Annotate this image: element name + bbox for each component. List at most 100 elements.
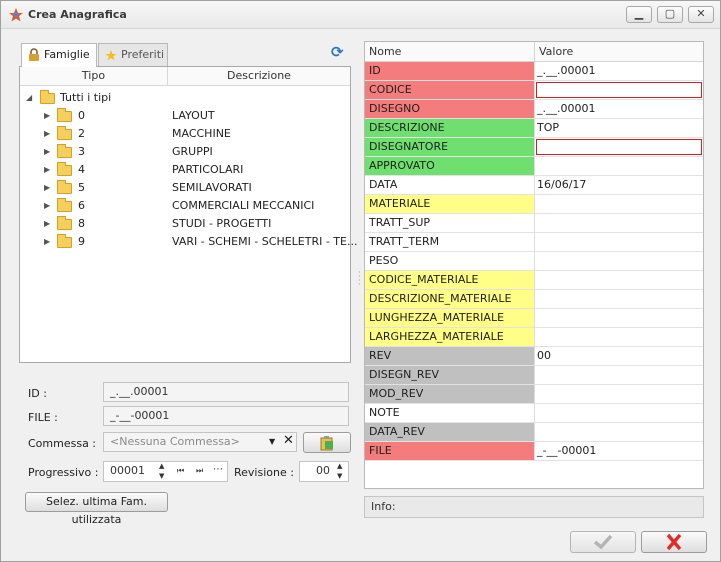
grid-row[interactable]: CODICE_MATERIALE xyxy=(365,271,703,290)
grid-row[interactable]: DESCRIZIONE TOP xyxy=(365,119,703,138)
column-valore[interactable]: Valore xyxy=(535,42,573,61)
progressivo-up-icon[interactable]: ▲ xyxy=(159,462,164,470)
collapse-arrow-icon[interactable]: ◢ xyxy=(26,89,32,107)
required-field-input[interactable] xyxy=(536,139,702,155)
more-icon[interactable]: ⋯ xyxy=(213,464,223,475)
select-last-family-button[interactable]: Selez. ultima Fam. utilizzata xyxy=(25,492,168,526)
minimize-button[interactable]: ▁ xyxy=(626,6,652,23)
grid-row-value[interactable]: TOP xyxy=(535,119,703,137)
commessa-select-button[interactable] xyxy=(303,432,351,453)
grid-row-value[interactable]: 00 xyxy=(535,347,703,365)
grid-row[interactable]: MOD_REV xyxy=(365,385,703,404)
cancel-button[interactable] xyxy=(641,531,707,553)
grid-row-value[interactable] xyxy=(535,138,703,156)
grid-row[interactable]: REV 00 xyxy=(365,347,703,366)
grid-row[interactable]: DATA 16/06/17 xyxy=(365,176,703,195)
grid-row[interactable]: NOTE xyxy=(365,404,703,423)
grid-row[interactable]: TRATT_TERM xyxy=(365,233,703,252)
revisione-up-icon[interactable]: ▲ xyxy=(337,462,342,470)
grid-row-value[interactable] xyxy=(535,271,703,289)
close-button[interactable]: ✕ xyxy=(688,6,714,23)
grid-row[interactable]: APPROVATO xyxy=(365,157,703,176)
tree-node-code: 4 xyxy=(78,163,85,176)
tree-node[interactable]: ▶ 6 COMMERCIALI MECCANICI xyxy=(20,197,350,215)
expand-arrow-icon[interactable]: ▶ xyxy=(44,125,50,143)
grid-row-value[interactable] xyxy=(535,157,703,175)
tree-node[interactable]: ▶ 8 STUDI - PROGETTI xyxy=(20,215,350,233)
splitter-handle[interactable]: · · · · xyxy=(358,269,361,289)
grid-row-value[interactable] xyxy=(535,195,703,213)
tree-node[interactable]: ▶ 3 GRUPPI xyxy=(20,143,350,161)
grid-row[interactable]: CODICE xyxy=(365,81,703,100)
next-record-icon[interactable]: ⏭ xyxy=(196,466,203,476)
tab-famiglie[interactable]: Famiglie xyxy=(21,43,97,67)
grid-row-value[interactable] xyxy=(535,290,703,308)
expand-arrow-icon[interactable]: ▶ xyxy=(44,215,50,233)
column-tipo[interactable]: Tipo xyxy=(20,67,168,85)
tree-node[interactable]: ▶ 2 MACCHINE xyxy=(20,125,350,143)
tree-node[interactable]: ▶ 5 SEMILAVORATI xyxy=(20,179,350,197)
commessa-combo[interactable]: <Nessuna Commessa> ▼ ✕ xyxy=(103,432,297,452)
expand-arrow-icon[interactable]: ▶ xyxy=(44,179,50,197)
grid-row[interactable]: DESCRIZIONE_MATERIALE xyxy=(365,290,703,309)
expand-arrow-icon[interactable]: ▶ xyxy=(44,107,50,125)
grid-row[interactable]: LARGHEZZA_MATERIALE xyxy=(365,328,703,347)
grid-row-value[interactable] xyxy=(535,252,703,270)
expand-arrow-icon[interactable]: ▶ xyxy=(44,143,50,161)
title-bar[interactable]: Crea Anagrafica ▁ ▢ ✕ xyxy=(1,1,720,29)
tree-node[interactable]: ▶ 0 LAYOUT xyxy=(20,107,350,125)
grid-row-value[interactable]: _.__.00001 xyxy=(535,100,703,118)
tree-root-node[interactable]: ◢ Tutti i tipi xyxy=(20,89,350,107)
required-field-input[interactable] xyxy=(536,82,702,98)
expand-arrow-icon[interactable]: ▶ xyxy=(44,233,50,251)
grid-row-value[interactable] xyxy=(535,366,703,384)
grid-row-name: REV xyxy=(365,347,535,365)
expand-arrow-icon[interactable]: ▶ xyxy=(44,161,50,179)
grid-row[interactable]: PESO xyxy=(365,252,703,271)
grid-row-value[interactable] xyxy=(535,385,703,403)
grid-row[interactable]: LUNGHEZZA_MATERIALE xyxy=(365,309,703,328)
refresh-icon[interactable]: ⟳ xyxy=(331,43,344,61)
tab-preferiti[interactable]: Preferiti xyxy=(98,43,168,67)
grid-row[interactable]: DISEGNATORE xyxy=(365,138,703,157)
grid-row-value[interactable]: _-__-00001 xyxy=(535,442,703,460)
progressivo-down-icon[interactable]: ▼ xyxy=(159,472,164,480)
tree-node-desc: VARI - SCHEMI - SCHELETRI - TE... xyxy=(172,235,358,248)
grid-row-value[interactable] xyxy=(535,404,703,422)
grid-row-value[interactable] xyxy=(535,423,703,441)
column-nome[interactable]: Nome xyxy=(365,42,535,61)
grid-row-value[interactable] xyxy=(535,328,703,346)
tab-preferiti-label: Preferiti xyxy=(121,48,165,61)
grid-row-value[interactable] xyxy=(535,214,703,232)
grid-row[interactable]: DATA_REV xyxy=(365,423,703,442)
grid-row-value[interactable]: _.__.00001 xyxy=(535,62,703,80)
grid-row-value[interactable] xyxy=(535,309,703,327)
grid-row-value[interactable] xyxy=(535,233,703,251)
tree-node-desc: PARTICOLARI xyxy=(172,163,244,176)
tree-node[interactable]: ▶ 4 PARTICOLARI xyxy=(20,161,350,179)
grid-row[interactable]: DISEGN_REV xyxy=(365,366,703,385)
grid-row[interactable]: ID _.__.00001 xyxy=(365,62,703,81)
clear-icon[interactable]: ✕ xyxy=(283,432,294,450)
grid-row-value[interactable] xyxy=(535,81,703,99)
revisione-down-icon[interactable]: ▼ xyxy=(337,472,342,480)
revisione-label: Revisione : xyxy=(234,466,294,479)
grid-row[interactable]: DISEGNO _.__.00001 xyxy=(365,100,703,119)
confirm-button[interactable] xyxy=(570,531,636,553)
column-descrizione[interactable]: Descrizione xyxy=(168,67,350,85)
grid-row-value-text: _.__.00001 xyxy=(537,102,596,115)
families-tree[interactable]: Tipo Descrizione ◢ Tutti i tipi ▶ 0 LAYOUT… xyxy=(19,66,357,363)
grid-row-value[interactable]: 16/06/17 xyxy=(535,176,703,194)
grid-row[interactable]: TRATT_SUP xyxy=(365,214,703,233)
maximize-button[interactable]: ▢ xyxy=(657,6,683,23)
dropdown-arrow-icon[interactable]: ▼ xyxy=(269,433,275,451)
grid-row[interactable]: MATERIALE xyxy=(365,195,703,214)
expand-arrow-icon[interactable]: ▶ xyxy=(44,197,50,215)
grid-row[interactable]: FILE _-__-00001 xyxy=(365,442,703,461)
tree-node[interactable]: ▶ 9 VARI - SCHEMI - SCHELETRI - TE... xyxy=(20,233,357,251)
properties-grid[interactable]: Nome Valore ID _.__.00001 CODICE DISEGNO _._… xyxy=(364,41,704,489)
tree-header: Tipo Descrizione xyxy=(20,67,350,86)
first-record-icon[interactable]: ⏮ xyxy=(177,466,184,476)
progressivo-field[interactable]: 00001 xyxy=(103,461,228,482)
commessa-placeholder: <Nessuna Commessa> xyxy=(110,435,240,448)
